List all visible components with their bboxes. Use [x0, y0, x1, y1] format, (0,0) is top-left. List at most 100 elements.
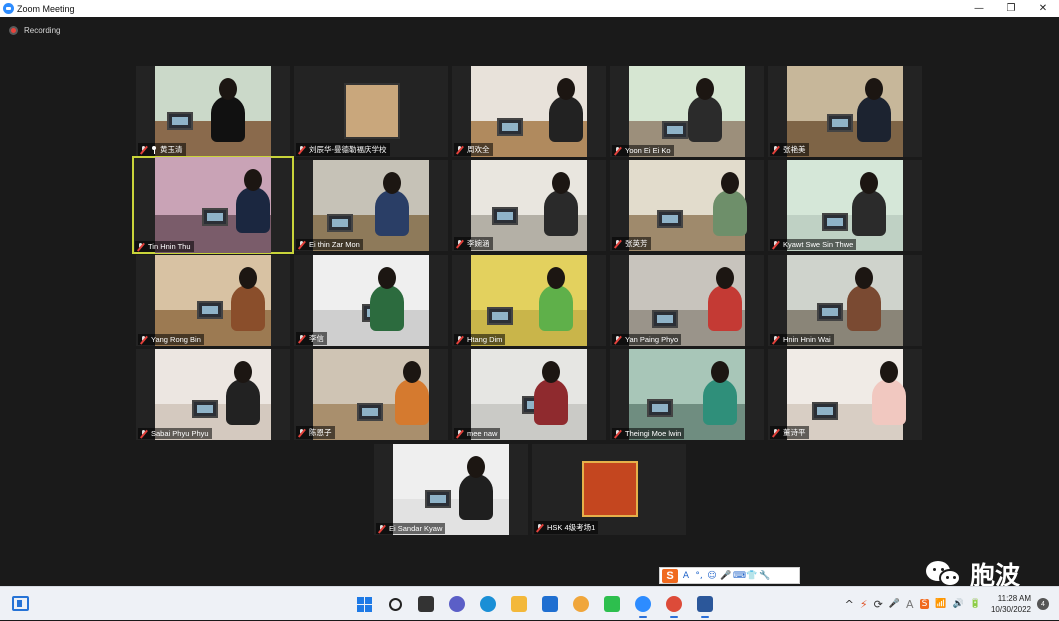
participant-name-tag: 黄玉清 — [138, 143, 186, 156]
ime-settings-icon[interactable]: 🔧 — [759, 571, 770, 581]
clock-date: 10/30/2022 — [990, 605, 1031, 614]
participant-tile[interactable]: 陈恩子 — [294, 349, 448, 440]
participant-name: Htang Dim — [467, 335, 503, 344]
close-button[interactable]: ✕ — [1027, 0, 1059, 17]
taskbar-mail-button[interactable] — [538, 592, 562, 616]
participant-name: mee naw — [467, 429, 498, 438]
taskbar-edge-button[interactable] — [476, 592, 500, 616]
show-hidden-icons-icon[interactable]: ^ — [845, 598, 854, 611]
widgets-icon[interactable] — [12, 596, 29, 611]
participant-name-tag: 陈恩子 — [296, 426, 335, 439]
muted-mic-icon — [614, 335, 621, 344]
sogou-tray-icon[interactable]: S — [919, 599, 930, 609]
participant-name: 黄玉清 — [160, 145, 183, 154]
participant-name: 周欢全 — [467, 145, 490, 154]
ime-toolbar[interactable]: S A °, ☺ 🎤 ⌨ 👕 🔧 — [659, 567, 800, 584]
taskbar-word-button[interactable] — [693, 592, 717, 618]
notification-badge[interactable]: 4 — [1037, 598, 1049, 610]
participant-video — [313, 255, 429, 346]
participant-tile[interactable]: Yang Rong Bin — [136, 255, 290, 346]
taskbar-chrome-button[interactable] — [662, 592, 686, 618]
participant-tile[interactable]: 李信 — [294, 255, 448, 346]
ime-emoji-icon[interactable]: ☺ — [707, 571, 717, 581]
participant-tile[interactable]: Yoon Ei Ei Ko — [610, 66, 764, 157]
participant-tile[interactable]: 董诗平 — [768, 349, 922, 440]
taskbar-task-view-button[interactable] — [414, 592, 438, 616]
microphone-icon[interactable]: 🎤 — [889, 599, 900, 609]
zoom-app-icon — [3, 3, 14, 14]
taskbar-start-button[interactable] — [352, 592, 376, 616]
participant-name-tag: 李信 — [296, 332, 327, 345]
participant-tile[interactable]: Tin Hnin Thu — [132, 156, 294, 254]
muted-mic-icon — [456, 429, 463, 438]
participant-tile[interactable]: Kyawt Swe Sin Thwe — [768, 160, 922, 251]
battery-icon[interactable]: 🔋 — [970, 599, 981, 609]
muted-mic-icon — [137, 242, 144, 251]
participant-tile[interactable]: Sabai Phyu Phyu — [136, 349, 290, 440]
taskbar-zoom-button[interactable] — [631, 592, 655, 618]
ime-keyboard-icon[interactable]: ⌨ — [733, 571, 746, 581]
participant-name-tag: Yang Rong Bin — [138, 334, 204, 345]
muted-mic-icon — [614, 429, 621, 438]
participant-tile[interactable]: 张艳美 — [768, 66, 922, 157]
participant-tile[interactable]: Ei Sandar Kyaw — [374, 444, 528, 535]
participant-tile[interactable]: 周欢全 — [452, 66, 606, 157]
ime-skin-icon[interactable]: 👕 — [746, 571, 757, 581]
participant-name: 董诗平 — [783, 428, 806, 437]
participant-tile[interactable]: HSK 4级考场1 — [532, 444, 686, 535]
participant-avatar — [344, 83, 400, 139]
participant-video — [629, 349, 745, 440]
tray-app-icon[interactable]: ⚡ — [860, 598, 868, 611]
participant-name-tag: Htang Dim — [454, 334, 506, 345]
participant-tile[interactable]: mee naw — [452, 349, 606, 440]
muted-mic-icon — [772, 145, 779, 154]
muted-mic-icon — [298, 240, 305, 249]
restore-button[interactable]: ❐ — [995, 0, 1027, 17]
taskbar-search-button[interactable] — [383, 592, 407, 616]
muted-mic-icon — [614, 239, 621, 248]
participant-tile[interactable]: Htang Dim — [452, 255, 606, 346]
muted-mic-icon — [140, 429, 147, 438]
participant-tile[interactable]: 黄玉清 — [136, 66, 290, 157]
participant-name-tag: Yoon Ei Ei Ko — [612, 145, 674, 156]
participant-name: 张艳美 — [783, 145, 806, 154]
start-icon — [356, 596, 372, 612]
participant-tile[interactable]: 张英芳 — [610, 160, 764, 251]
participant-name: Yan Paing Phyo — [625, 335, 679, 344]
muted-mic-icon — [140, 335, 147, 344]
participant-name: Yoon Ei Ei Ko — [625, 146, 671, 155]
participant-video — [155, 349, 271, 440]
participant-tile[interactable]: Theingi Moe lwin — [610, 349, 764, 440]
minimize-button[interactable]: — — [963, 0, 995, 17]
participant-name: Kyawt Swe Sin Thwe — [783, 240, 854, 249]
task-view-icon — [418, 596, 434, 612]
participant-tile[interactable]: Ei thin Zar Mon — [294, 160, 448, 251]
taskbar-teams-button[interactable] — [445, 592, 469, 616]
muted-mic-icon — [536, 523, 543, 532]
input-language-icon[interactable]: A — [906, 598, 914, 611]
word-icon — [697, 596, 713, 612]
muted-mic-icon — [614, 146, 621, 155]
participant-tile[interactable]: 刘辰华-曼德勒福庆学校 — [294, 66, 448, 157]
window-title: Zoom Meeting — [17, 3, 75, 14]
wifi-icon[interactable]: 📶 — [935, 599, 946, 609]
ime-voice-icon[interactable]: 🎤 — [720, 571, 731, 581]
taskbar-browser-button[interactable] — [569, 592, 593, 616]
taskbar-wechat-button[interactable] — [600, 592, 624, 616]
chrome-icon — [666, 596, 682, 612]
participant-name-tag: Sabai Phyu Phyu — [138, 428, 212, 439]
participant-tile[interactable]: Hnin Hnin Wai — [768, 255, 922, 346]
participant-name: 李婉涵 — [467, 239, 490, 248]
taskbar-clock[interactable]: 11:28 AM 10/30/2022 — [991, 593, 1031, 615]
participant-name-tag: 张艳美 — [770, 143, 809, 156]
teams-icon — [449, 596, 465, 612]
recording-indicator[interactable]: Recording — [9, 26, 60, 35]
participant-tile[interactable]: 李婉涵 — [452, 160, 606, 251]
ime-mode-icon[interactable]: A — [681, 571, 691, 581]
taskbar-file-explorer-button[interactable] — [507, 592, 531, 616]
sogou-ime-logo[interactable]: S — [662, 568, 678, 583]
sync-icon[interactable]: ⟳ — [874, 598, 883, 611]
participant-tile[interactable]: Yan Paing Phyo — [610, 255, 764, 346]
ime-punctuation-icon[interactable]: °, — [694, 571, 704, 581]
volume-icon[interactable]: 🔊 — [953, 599, 964, 609]
